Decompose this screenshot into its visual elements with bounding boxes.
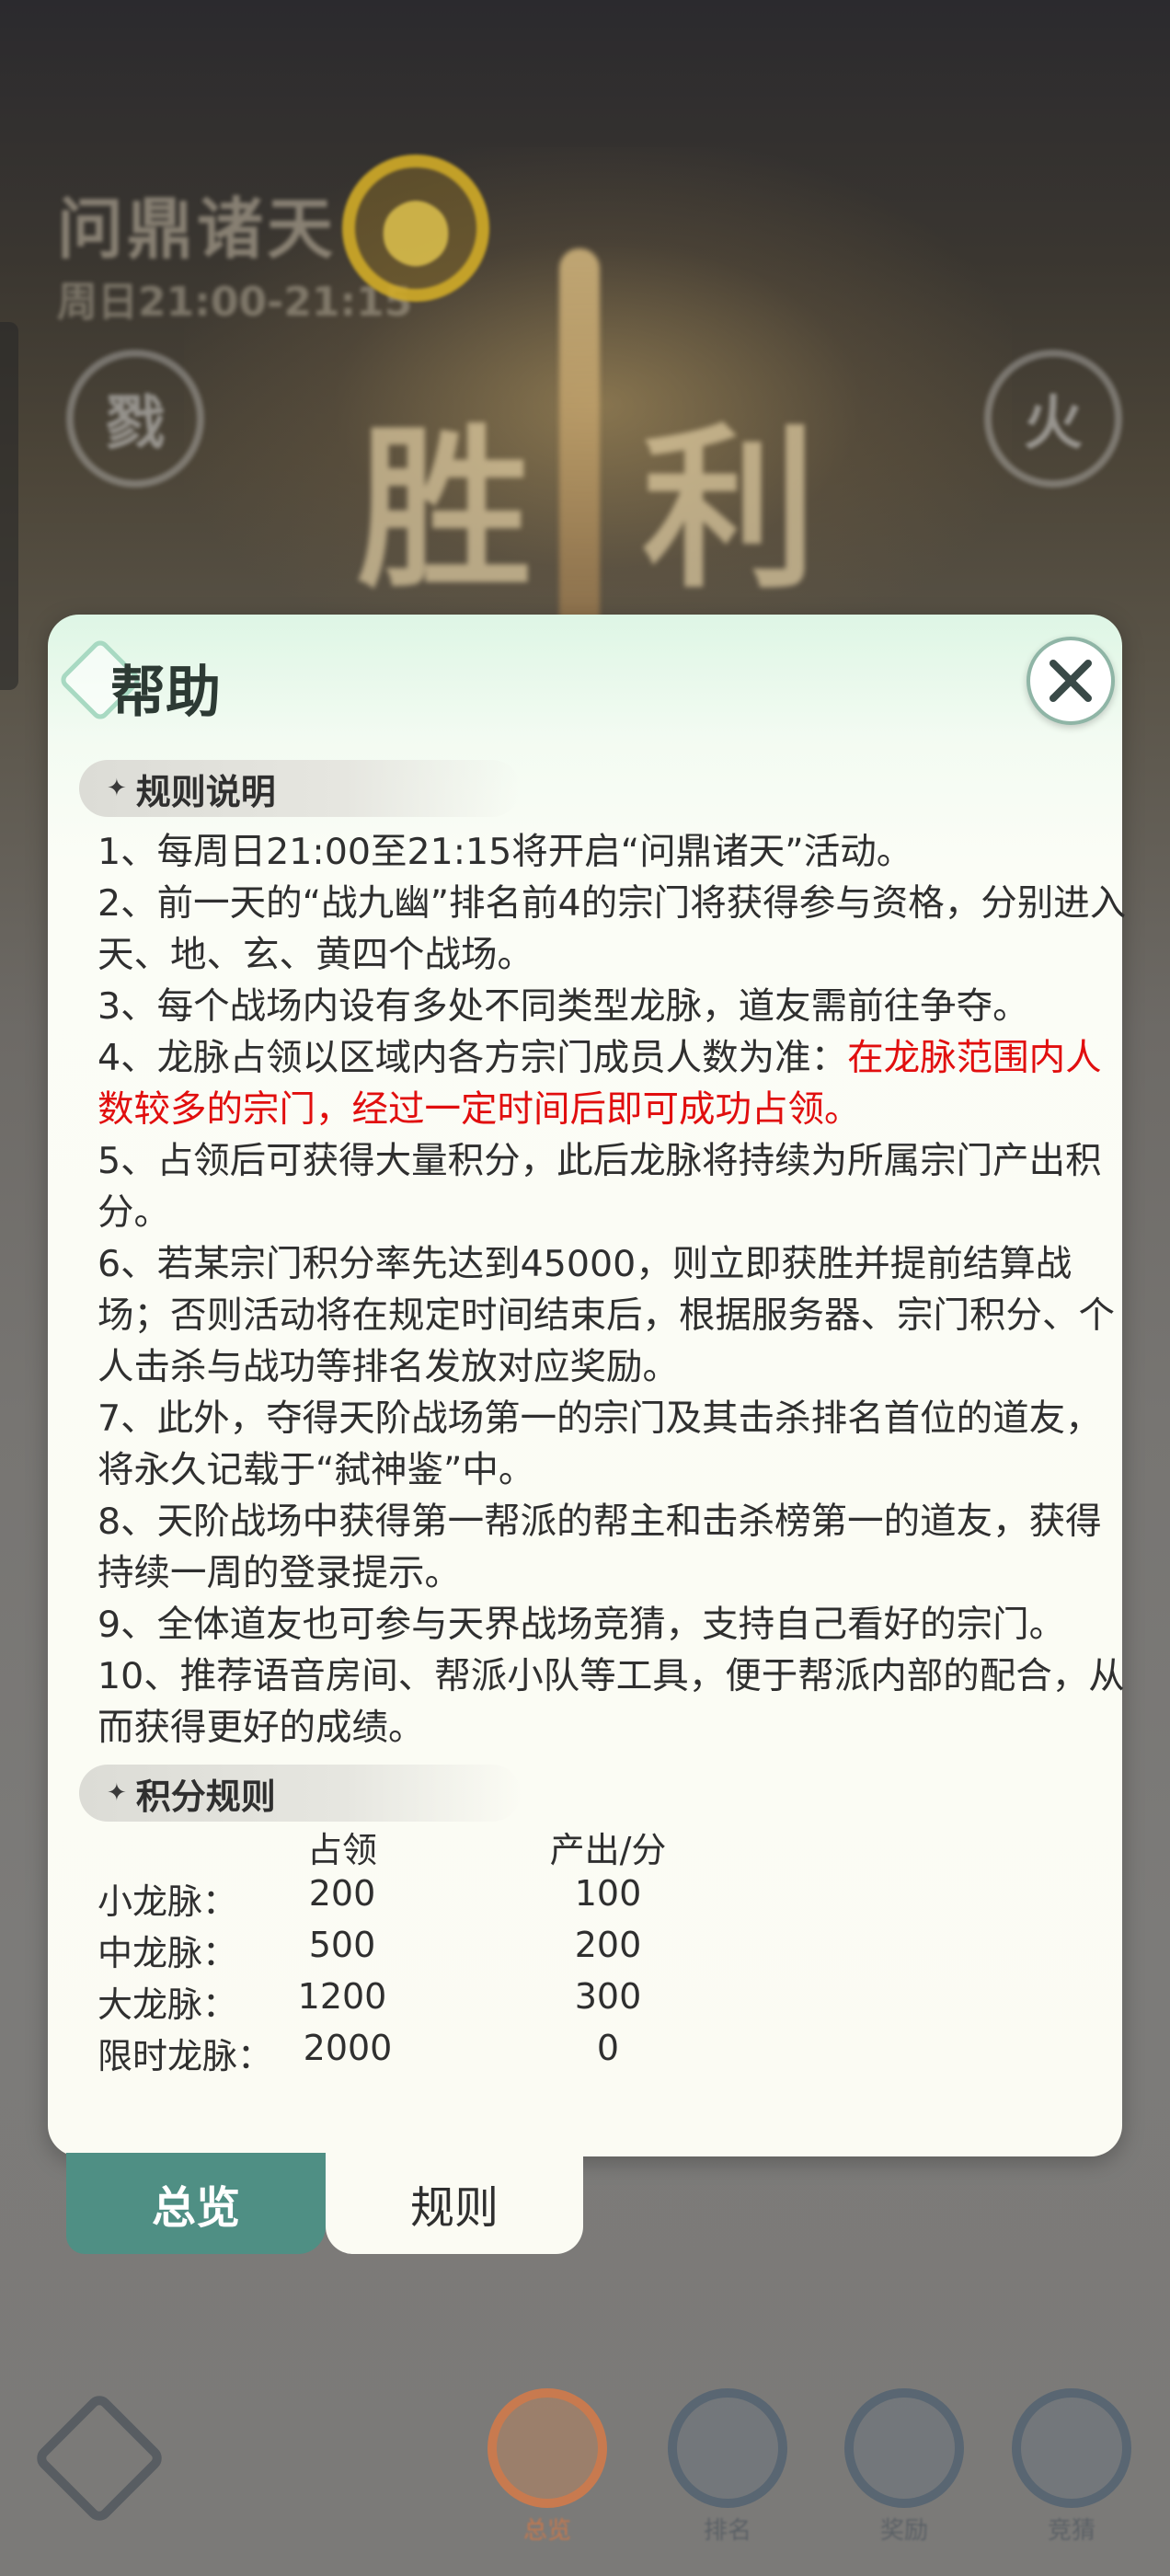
rules-section-header: ✦ 规则说明 — [79, 760, 521, 817]
nav-label-overview: 总览 — [522, 2517, 571, 2545]
table-row: 大龙脉： 1200 300 — [98, 1976, 642, 2025]
gold-medal-icon: ⬤ — [342, 155, 489, 302]
event-time: 周日21:00-21:15 — [57, 279, 413, 326]
column-header-output: 产出/分 — [549, 1830, 667, 1870]
rules-list: 1、每周日21:00至21:15将开启“问鼎诸天”活动。 2、前一天的“战九幽”… — [98, 826, 1128, 1754]
nav-label-guess: 竞猜 — [1047, 2517, 1095, 2545]
rule-item: 4、龙脉占领以区域内各方宗门成员人数为准：在龙脉范围内人数较多的宗门，经过一定时… — [98, 1037, 1102, 1131]
column-header-occupy: 占领 — [306, 1830, 377, 1870]
rule-item: 10、推荐语音房间、帮派小队等工具，便于帮派内部的配合，从而获得更好的成绩。 — [98, 1655, 1125, 1749]
kill-emblem-glyph: 戮 — [106, 390, 165, 458]
nav-overview-button[interactable] — [488, 2388, 607, 2508]
tab-overview[interactable]: 总览 — [66, 2153, 326, 2254]
table-row: 小龙脉： 200 100 — [98, 1873, 642, 1922]
nav-guess-button[interactable] — [1012, 2388, 1131, 2508]
tab-rules[interactable]: 规则 — [326, 2153, 583, 2254]
victory-text: 胜利 — [357, 408, 928, 612]
dialog-title: 帮助 — [110, 661, 221, 725]
close-button[interactable] — [1027, 637, 1115, 725]
rules-section-title: 规则说明 — [135, 771, 276, 812]
score-table: 占领 产出/分 小龙脉： 200 100 中龙脉： 500 200 大龙脉： 1… — [98, 1822, 797, 2079]
menu-diamond-icon[interactable] — [31, 2390, 167, 2526]
event-title: 问鼎诸天 — [57, 190, 338, 268]
left-edge-handle — [0, 322, 18, 690]
rule-item: 7、此外，夺得天阶战场第一的宗门及其击杀排名首位的道友，将永久记载于“弑神鉴”中… — [98, 1397, 1102, 1491]
fire-emblem-glyph: 火 — [1024, 390, 1083, 458]
table-row: 中龙脉： 500 200 — [98, 1925, 642, 1973]
sparkle-icon: ✦ — [107, 1779, 127, 1807]
score-table-header: 占领 产出/分 — [98, 1822, 797, 1873]
rule-item: 5、占领后可获得大量积分，此后龙脉将持续为所属宗门产出积分。 — [98, 1140, 1102, 1234]
table-row: 限时龙脉： 2000 0 — [98, 2028, 620, 2076]
rule-item: 9、全体道友也可参与天界战场竞猜，支持自己看好的宗门。 — [98, 1604, 1066, 1646]
score-section-header: ✦ 积分规则 — [79, 1765, 521, 1822]
rule-item: 6、若某宗门积分率先达到45000，则立即获胜并提前结算战场；否则活动将在规定时… — [98, 1243, 1115, 1388]
nav-reward-button[interactable] — [844, 2388, 964, 2508]
rule-item: 2、前一天的“战九幽”排名前4的宗门将获得参与资格，分别进入天、地、玄、黄四个战… — [98, 882, 1127, 976]
help-dialog: 帮助 ✦ 规则说明 1、每周日21:00至21:15将开启“问鼎诸天”活动。 2… — [48, 615, 1126, 2156]
kill-emblem-icon: 戮 — [66, 350, 204, 488]
rule-item: 3、每个战场内设有多处不同类型龙脉，道友需前往争夺。 — [98, 985, 1029, 1028]
nav-ranking-button[interactable] — [668, 2388, 787, 2508]
fire-emblem-icon: 火 — [984, 350, 1122, 488]
score-section-title: 积分规则 — [135, 1776, 276, 1817]
nav-label-reward: 奖励 — [879, 2517, 928, 2545]
nav-label-ranking: 排名 — [703, 2517, 751, 2545]
rule-item: 8、天阶战场中获得第一帮派的帮主和击杀榜第一的道友，获得持续一周的登录提示。 — [98, 1501, 1102, 1594]
sparkle-icon: ✦ — [107, 775, 127, 802]
rule-item: 1、每周日21:00至21:15将开启“问鼎诸天”活动。 — [98, 831, 913, 873]
close-icon — [1050, 660, 1092, 702]
